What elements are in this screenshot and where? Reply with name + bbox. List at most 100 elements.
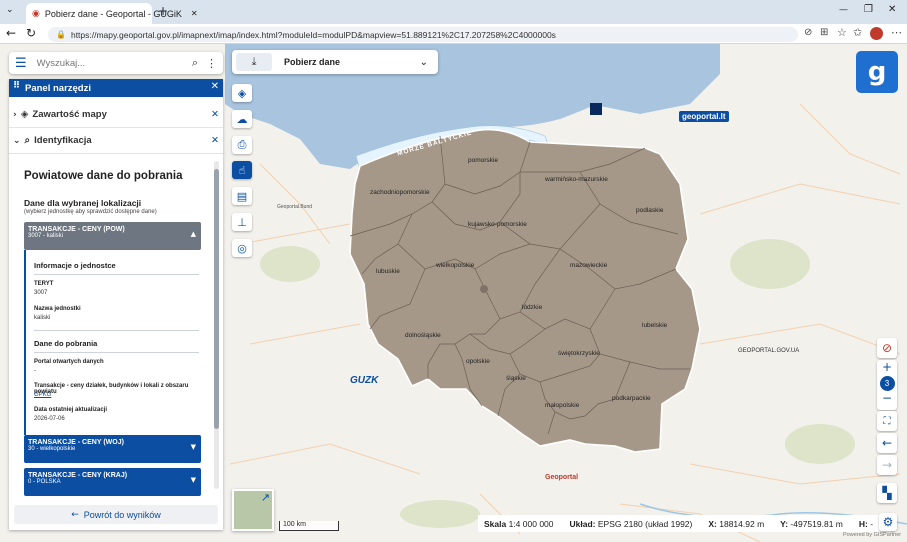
item-sub: 30 - wielkopolskie [28,446,76,452]
section-identyfikacja[interactable]: ⌄ ⌕ Identyfikacja ✕ [9,128,223,154]
window-close-icon[interactable]: ✕ [888,4,896,15]
y-label: Y: [780,518,789,529]
geoportal-lt-logo[interactable]: geoportal.lt [679,111,729,122]
zoom-out-icon[interactable]: − [877,391,897,405]
scale-readout: Skala 1:4 000 000 [484,519,554,529]
item-pow-header[interactable]: TRANSAKCJE - CENY (POW) 3007 - kaliski ▲ [24,222,201,250]
search-more-icon[interactable]: ⋮ [206,57,217,70]
x-label: X: [708,518,717,529]
grid-icon: ⠿ [13,81,21,91]
arrow-left-icon: ← [881,436,893,450]
label-mazowieckie: mazowieckie [570,262,608,269]
hamburger-menu-icon[interactable]: ☰ [15,56,27,71]
fullscreen-button[interactable]: ⛶ [877,411,897,431]
scalebar: 100 km [279,521,339,531]
print-icon: ⎙ [237,138,247,151]
no-location-button[interactable]: ⊘ [877,338,897,358]
crs-label: Układ: [569,518,596,529]
back-icon[interactable]: ← [6,26,16,40]
search-input[interactable] [34,56,175,70]
camera-tool-button[interactable]: ◎ [232,239,252,257]
profile-avatar[interactable] [870,27,883,40]
name-value: kaliski [34,315,51,321]
item-sub: 0 - POLSKA [28,479,61,485]
section-zawartosc-mapy[interactable]: › ◈ Zawartość mapy ✕ [9,102,223,128]
gpkg-download-link[interactable]: GPKG [34,392,51,398]
item-title: TRANSAKCJE - CENY (KRAJ) [28,472,128,479]
reload-icon[interactable]: ↻ [26,26,36,40]
item-kraj-header[interactable]: TRANSAKCJE - CENY (KRAJ) 0 - POLSKA ▼ [24,468,201,496]
section-close-icon[interactable]: ✕ [211,109,219,120]
chevron-down-icon: ⌄ [13,135,21,146]
label-lubuskie: lubuskie [376,268,400,275]
collapse-icon: ▲ [190,230,196,238]
open-external-icon[interactable]: ↗ [261,491,270,504]
measure-tool-button[interactable]: ⊥ [232,213,252,231]
crs-readout[interactable]: Układ: EPSG 2180 (układ 1992) [570,519,693,529]
panel-scrollbar[interactable] [214,161,219,489]
chevron-right-icon: › [13,109,17,120]
back-to-results-button[interactable]: ← Powrót do wyników [14,505,218,524]
tab-list-icon[interactable]: ⌄ [6,5,14,15]
restore-icon[interactable]: ❐ [864,4,873,15]
back-label: Powrót do wyników [83,509,161,520]
url-field[interactable]: 🔒 https://mapy.geoportal.gov.pl/imapnext… [48,27,798,42]
item-woj-header[interactable]: TRANSAKCJE - CENY (WOJ) 30 - wielkopolsk… [24,435,201,463]
results-hint: (wybierz jednostkę aby sprawdzić dostępn… [24,209,157,215]
new-tab-icon[interactable]: + [158,4,168,18]
camera-icon: ◎ [237,241,247,255]
next-extent-button[interactable]: → [877,455,897,475]
favorite-icon[interactable]: ☆ [837,26,847,39]
browser-tab[interactable]: ◉ Pobierz dane - Geoportal - GUGiK ✕ [26,3,198,24]
search-icon[interactable]: ⌕ [192,56,198,70]
tracking-icon[interactable]: ⊘ [804,27,812,38]
item-pow-body: Informacje o jednostce TERYT 3007 Nazwa … [24,250,201,435]
section-close-icon[interactable]: ✕ [211,135,219,146]
zoom-in-icon[interactable]: + [877,360,897,376]
arrow-right-icon: → [881,458,893,472]
url-text: https://mapy.geoportal.gov.pl/imapnext/i… [70,29,556,40]
favorites-icon[interactable]: ✩ [853,26,862,39]
tab-close-icon[interactable]: ✕ [191,9,198,18]
apps-icon[interactable]: ⊞ [820,27,828,38]
minimize-icon[interactable]: — [839,5,848,15]
label-kujawsko-pomorskie: kujawsko-pomorskie [468,221,527,228]
y-readout: Y: -497519.81 m [780,519,843,529]
label-malopolskie: małopolskie [545,402,580,409]
geoportal-sk-logo[interactable]: Geoportal [545,474,578,481]
layers-tool-button[interactable]: ◈ [232,84,252,102]
item-title: TRANSAKCJE - CENY (POW) [28,226,125,233]
update-value: 2026-07-06 [34,416,65,422]
prev-extent-button[interactable]: ← [877,433,897,453]
legend-button[interactable]: ▚ [877,483,897,503]
label-swietokrzyskie: świętokrzyskie [558,350,600,357]
print-tool-button[interactable]: ⎙ [232,136,252,154]
more-icon[interactable]: ⋯ [891,26,902,39]
gugik-logo[interactable]: GUZK [350,375,378,386]
scrollbar-thumb[interactable] [214,169,219,429]
label-zachodniopomorskie: zachodniopomorskie [370,189,430,196]
minimap[interactable]: ↗ [232,489,274,531]
identify-tool-button[interactable]: ☝ [232,161,252,179]
clipboard-tool-button[interactable]: ▤ [232,187,252,205]
layers-icon: ◈ [237,86,247,100]
teryt-label: TERYT [34,281,54,287]
cloud-tool-button[interactable]: ☁ [232,110,252,128]
selected-point [480,285,488,293]
expand-icon: ▼ [190,476,196,484]
geoportal-de-logo[interactable]: Geoportal.Bund [277,204,312,210]
panel-close-icon[interactable]: ✕ [211,81,219,92]
poland-area[interactable] [349,128,701,453]
label-lubelskie: lubelskie [642,322,668,329]
download-icon: ⤓ [236,53,272,71]
geoportal-ua-logo[interactable]: GEOPORTAL.GOV.UA [738,348,799,354]
geoportal-logo[interactable]: g [856,51,898,93]
expand-icon: ▼ [190,443,196,451]
panel-sections: › ◈ Zawartość mapy ✕ ⌄ ⌕ Identyfikacja ✕ [9,102,223,154]
divider [34,352,199,353]
status-bar: Skala 1:4 000 000 Układ: EPSG 2180 (ukła… [478,515,880,532]
kaliningrad-marker [590,103,602,115]
settings-button[interactable]: ⚙ [879,513,897,531]
zoom-level: 3 [879,376,895,391]
pobierz-dane-dropdown[interactable]: ⤓ Pobierz dane ⌄ [232,50,438,74]
